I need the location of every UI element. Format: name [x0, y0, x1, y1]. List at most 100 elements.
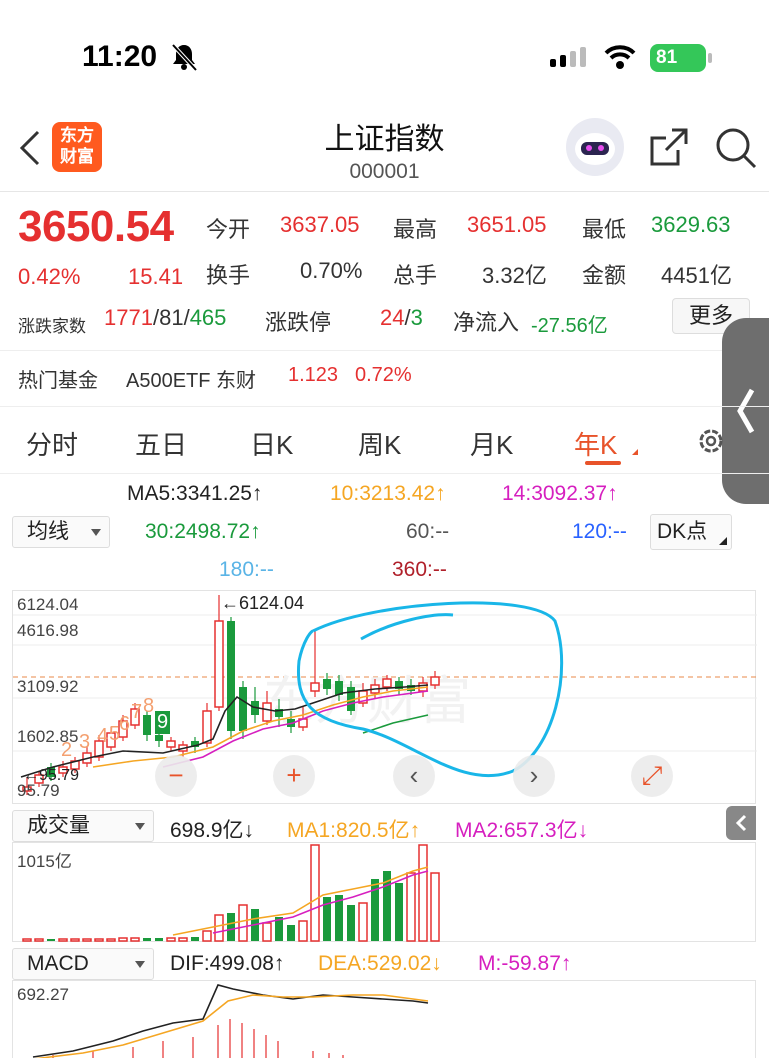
candle-body-up [430, 676, 440, 686]
volume-bar-down [143, 938, 151, 941]
dk-points-button[interactable]: DK点 [650, 514, 732, 550]
candle-body-up [310, 682, 320, 692]
battery-tip [708, 53, 712, 63]
zoom-in-button[interactable]: + [273, 755, 315, 797]
tab-yearly-k[interactable]: 年K [574, 425, 617, 462]
scroll-right-button[interactable]: › [513, 755, 555, 797]
volume-value: 3.32亿 [482, 263, 547, 288]
ma14-value: 14:3092.37↑ [502, 482, 618, 505]
quote-divider [0, 350, 769, 351]
wifi-icon [604, 45, 636, 69]
low-value: 3629.63 [651, 212, 731, 237]
turnover-value: 0.70% [300, 258, 363, 283]
tab-daily-k[interactable]: 日K [250, 425, 293, 462]
tab-intraday[interactable]: 分时 [26, 425, 78, 462]
ma10-value: 10:3213.42↑ [330, 482, 446, 505]
share-icon[interactable] [648, 126, 690, 168]
ma-legend: MA5:3341.25↑ 10:3213.42↑ 14:3092.37↑ 均线 … [0, 476, 769, 588]
min-price-marker: ←95.79 [23, 767, 80, 784]
y-label-3: 3109.92 [17, 677, 79, 696]
fund-pct: 0.72% [355, 364, 412, 386]
volume-bar-up [262, 922, 272, 942]
zoom-out-button[interactable]: − [155, 755, 197, 797]
ma5-value: MA5:3341.25↑ [127, 482, 263, 505]
candle-body-up [166, 740, 176, 748]
change-value: 15.41 [128, 264, 184, 289]
amount-value: 4451亿 [661, 263, 732, 288]
search-icon[interactable] [714, 126, 758, 170]
macd-m: M:-59.87↑ [478, 952, 572, 975]
volume-ma2: MA2:657.3亿↓ [455, 819, 589, 842]
volume-indicator-select[interactable]: 成交量 [12, 810, 154, 842]
volume-ma1: MA1:820.5亿↑ [287, 819, 421, 842]
macd-header: MACD DIF:499.08↑ DEA:529.02↓ M:-59.87↑ [0, 944, 769, 982]
indicator-select[interactable]: 均线 [12, 516, 110, 548]
volume-bar-up [298, 920, 308, 942]
ai-assistant-icon[interactable] [566, 118, 624, 176]
nav-bar: 东方 财富 上证指数 000001 [0, 100, 769, 192]
collapse-panel-button[interactable] [726, 806, 756, 840]
volume-axis-label: 1015亿 [17, 852, 72, 871]
limit-values: 24/3 [380, 305, 423, 330]
scroll-left-button[interactable]: ‹ [393, 755, 435, 797]
volume-chart[interactable]: 1015亿 [12, 842, 756, 942]
candle-body-up [214, 620, 224, 708]
breadth-values: 1771/81/465 [104, 305, 227, 330]
volume-bar-up [238, 904, 248, 942]
max-price-marker: ←6124.04 [221, 593, 305, 613]
volume-label: 总手 [393, 263, 438, 288]
candle-body-up [382, 678, 392, 688]
high-value: 3651.05 [467, 212, 547, 237]
high-label: 最高 [393, 217, 438, 242]
breadth-label: 涨跌家数 [18, 317, 86, 336]
volume-bar-down [155, 938, 163, 941]
volume-bar-down [347, 905, 355, 941]
volume-bar-up [130, 937, 140, 942]
volume-value: 698.9亿↓ [170, 819, 255, 842]
tab-dropdown-caret [632, 449, 638, 455]
gear-icon[interactable] [696, 425, 726, 457]
ma30-value: 30:2498.72↑ [145, 520, 261, 543]
tab-five-day[interactable]: 五日 [135, 425, 187, 462]
amount-label: 金额 [582, 263, 627, 288]
fullscreen-button[interactable]: ⤢ [631, 755, 673, 797]
change-pct: 0.42% [18, 264, 81, 289]
y-label-max: 6124.04 [17, 595, 79, 614]
open-value: 3637.05 [280, 212, 360, 237]
period-tabs: 分时 五日 日K 周K 月K 年K [0, 406, 769, 474]
volume-bar-up [166, 937, 176, 942]
candle-body-down [143, 715, 151, 735]
macd-dif: DIF:499.08↑ [170, 952, 285, 975]
volume-bar-up [94, 938, 104, 942]
ma120-value: 120:-- [572, 520, 627, 543]
tab-weekly-k[interactable]: 周K [358, 425, 401, 462]
volume-bar-up [202, 930, 212, 942]
tab-monthly-k[interactable]: 月K [470, 425, 513, 462]
fund-name[interactable]: A500ETF 东财 [126, 364, 256, 393]
macd-indicator-select[interactable]: MACD [12, 948, 154, 980]
volume-bar-down [287, 925, 295, 941]
kline-chart[interactable]: 东方财富 6124.04 4616.98 3109.92 1602.85 95.… [12, 590, 757, 804]
y-label-2: 4616.98 [17, 621, 79, 640]
volume-bar-down [191, 937, 199, 941]
ma180-value: 180:-- [219, 558, 274, 581]
fund-label[interactable]: 热门基金 [18, 364, 98, 393]
macd-axis-label: 692.27 [17, 985, 69, 1004]
volume-bar-down [47, 939, 55, 941]
volume-bar-up [58, 938, 68, 942]
ma60-value: 60:-- [406, 520, 450, 543]
candle-body-down [239, 687, 247, 731]
netflow-label: 净流入 [453, 310, 520, 335]
volume-svg [22, 844, 440, 942]
active-tab-indicator [585, 461, 621, 465]
volume-bar-up [418, 844, 428, 942]
candle-body-down [323, 679, 331, 689]
macd-dea: DEA:529.02↓ [318, 952, 442, 975]
volume-bar-up [34, 938, 44, 942]
macd-chart[interactable]: 692.27 [12, 980, 756, 1058]
chevron-left-icon [735, 814, 747, 832]
volume-bar-down [395, 883, 403, 941]
limit-label: 涨跌停 [265, 310, 332, 335]
open-label: 今开 [206, 217, 251, 242]
volume-bar-up [358, 902, 368, 942]
